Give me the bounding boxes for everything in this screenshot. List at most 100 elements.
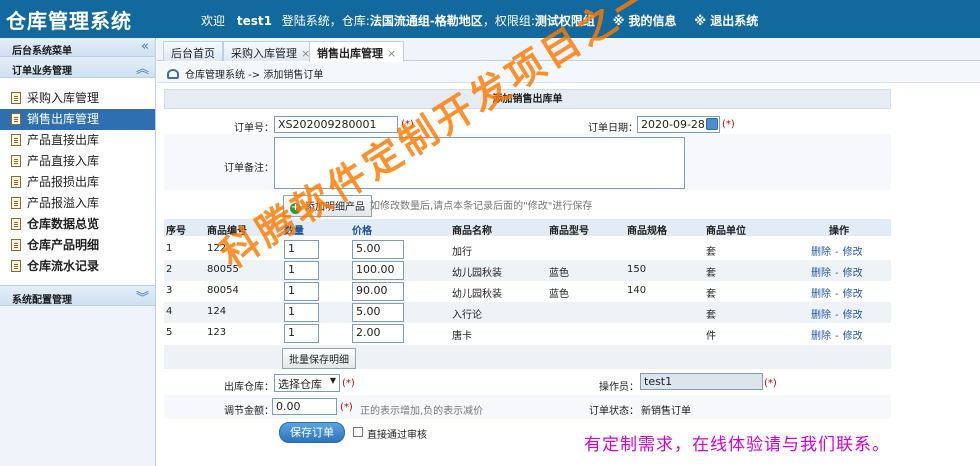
qty-input[interactable]: 1 — [284, 303, 319, 322]
my-info-link[interactable]: ※ 我的信息 — [613, 14, 677, 28]
tab-home[interactable]: 后台首页 — [163, 41, 223, 61]
col-unit: 商品单位 — [706, 226, 746, 237]
action-cell: 删除 - 修改 — [811, 331, 863, 342]
order-no-input[interactable]: XS202009280001 — [274, 116, 398, 133]
col-price: 价格 — [352, 226, 372, 237]
unit-cell: 套 — [706, 310, 716, 321]
plus-icon: + — [290, 202, 301, 214]
status-value: 新销售订单 — [641, 406, 691, 417]
tab-purchase-in[interactable]: 采购入库管理 × — [223, 41, 319, 61]
name-cell: 唐卡 — [452, 331, 472, 342]
chevron-down-icon[interactable]: ︾ — [136, 287, 149, 306]
sidebar-item-direct-in[interactable]: 产品直接入库 — [0, 151, 155, 172]
price-input[interactable]: 100.00 — [352, 261, 404, 280]
collapse-sidebar-icon[interactable]: « — [141, 39, 149, 54]
price-input[interactable]: 90.00 — [352, 282, 404, 301]
sidebar-item-overview[interactable]: 仓库数据总览 — [0, 214, 155, 235]
document-icon — [11, 155, 21, 167]
name-cell: 加行 — [452, 247, 472, 258]
edit-link[interactable]: 修改 — [843, 310, 863, 321]
logout-link[interactable]: ※ 退出系统 — [694, 14, 758, 28]
close-icon[interactable]: × — [387, 47, 396, 60]
warehouse-select-value: 选择仓库 — [278, 378, 322, 391]
price-input[interactable]: 5.00 — [352, 240, 404, 259]
col-seq: 序号 — [166, 226, 186, 237]
sidebar-item-sales-out[interactable]: 销售出库管理 — [0, 109, 155, 130]
document-icon — [11, 176, 21, 188]
action-cell: 删除 - 修改 — [811, 268, 863, 279]
qty-input[interactable]: 1 — [284, 261, 319, 280]
tab-sales-out[interactable]: 销售出库管理 × — [309, 41, 405, 62]
delete-link[interactable]: 删除 — [811, 310, 831, 321]
chevron-down-icon: ▼ — [329, 376, 336, 385]
direct-approve-checkbox[interactable] — [353, 427, 363, 437]
sidebar-title: 后台系统菜单 « — [0, 38, 155, 57]
code-cell: 124 — [207, 306, 227, 317]
order-menu: 采购入库管理 销售出库管理 产品直接出库 产品直接入库 产品报损出库 产品报溢入… — [0, 78, 155, 285]
add-detail-label: 添加明细产品 — [305, 202, 365, 213]
seq-cell: 1 — [166, 243, 173, 254]
price-input[interactable]: 2.00 — [352, 324, 404, 343]
sidebar: 后台系统菜单 « 订单业务管理 ︽ 采购入库管理 销售出库管理 产品直接出库 产… — [0, 38, 156, 466]
chevron-up-icon[interactable]: ︽ — [136, 58, 149, 77]
sidebar-item-product-detail[interactable]: 仓库产品明细 — [0, 235, 155, 256]
section-order-label: 订单业务管理 — [12, 66, 72, 77]
edit-link[interactable]: 修改 — [843, 331, 863, 342]
sidebar-item-label: 仓库流水记录 — [27, 259, 100, 273]
sidebar-item-direct-out[interactable]: 产品直接出库 — [0, 130, 155, 151]
sidebar-item-loss-out[interactable]: 产品报损出库 — [0, 172, 155, 193]
warehouse-select[interactable]: 选择仓库 ▼ — [274, 374, 340, 392]
sidebar-item-label: 产品直接入库 — [27, 154, 100, 168]
edit-link[interactable]: 修改 — [843, 247, 863, 258]
code-cell: 80054 — [207, 285, 239, 296]
sidebar-item-label: 产品报溢入库 — [27, 196, 100, 210]
delete-link[interactable]: 删除 — [811, 331, 831, 342]
price-input[interactable]: 5.00 — [352, 303, 404, 322]
unit-cell: 套 — [706, 268, 716, 279]
sidebar-item-label: 产品直接出库 — [27, 133, 100, 147]
code-cell: 80055 — [207, 264, 239, 275]
tab-bar: 后台首页 采购入库管理 × 销售出库管理 × — [157, 38, 980, 62]
unit-cell: 件 — [706, 331, 716, 342]
edit-link[interactable]: 修改 — [843, 289, 863, 300]
detail-table-header: 序号 商品编号 数量 价格 商品名称 商品型号 商品规格 商品单位 操作 — [164, 219, 891, 237]
welcome-text: 欢迎 — [201, 14, 226, 28]
delete-link[interactable]: 删除 — [811, 247, 831, 258]
document-icon — [11, 113, 21, 125]
save-order-button[interactable]: 保存订单 — [279, 422, 345, 443]
tab-label: 后台首页 — [171, 47, 215, 60]
sidebar-item-overflow-in[interactable]: 产品报溢入库 — [0, 193, 155, 214]
seq-cell: 4 — [166, 306, 173, 317]
headset-icon — [167, 69, 179, 79]
batch-save-button[interactable]: 批量保存明细 — [282, 348, 356, 369]
sidebar-item-purchase-in[interactable]: 采购入库管理 — [0, 88, 155, 109]
col-spec: 商品规格 — [627, 226, 667, 237]
document-icon — [11, 197, 21, 209]
add-detail-button[interactable]: + 添加明细产品 — [283, 195, 372, 217]
delete-link[interactable]: 删除 — [811, 289, 831, 300]
adjust-amount-input[interactable]: 0.00 — [272, 398, 337, 415]
breadcrumb: 仓库管理系统 -> 添加销售订单 — [157, 62, 980, 83]
order-date-label: 订单日期： — [588, 123, 638, 134]
document-icon — [11, 239, 21, 251]
sidebar-item-flow-records[interactable]: 仓库流水记录 — [0, 256, 155, 277]
edit-link[interactable]: 修改 — [843, 268, 863, 279]
calendar-icon[interactable] — [706, 118, 718, 130]
col-code: 商品编号 — [207, 226, 247, 237]
username: test1 — [236, 14, 272, 28]
model-cell: 蓝色 — [549, 289, 569, 300]
remark-textarea[interactable] — [274, 137, 685, 189]
required-mark: (*) — [764, 378, 777, 389]
qty-input[interactable]: 1 — [284, 282, 319, 301]
qty-input[interactable]: 1 — [284, 324, 319, 343]
section-order-header[interactable]: 订单业务管理 ︽ — [0, 57, 155, 78]
table-row: 5 123 1 2.00 唐卡 件 删除 - 修改 — [164, 323, 891, 344]
name-cell: 入行论 — [452, 310, 482, 321]
delete-link[interactable]: 删除 — [811, 268, 831, 279]
qty-input[interactable]: 1 — [284, 240, 319, 259]
sidebar-item-label: 仓库数据总览 — [27, 217, 100, 231]
section-config-header[interactable]: 系统配置管理 ︾ — [0, 285, 155, 306]
required-mark: (*) — [722, 119, 735, 130]
required-mark: (*) — [342, 378, 355, 389]
order-no-label: 订单号： — [234, 123, 274, 134]
